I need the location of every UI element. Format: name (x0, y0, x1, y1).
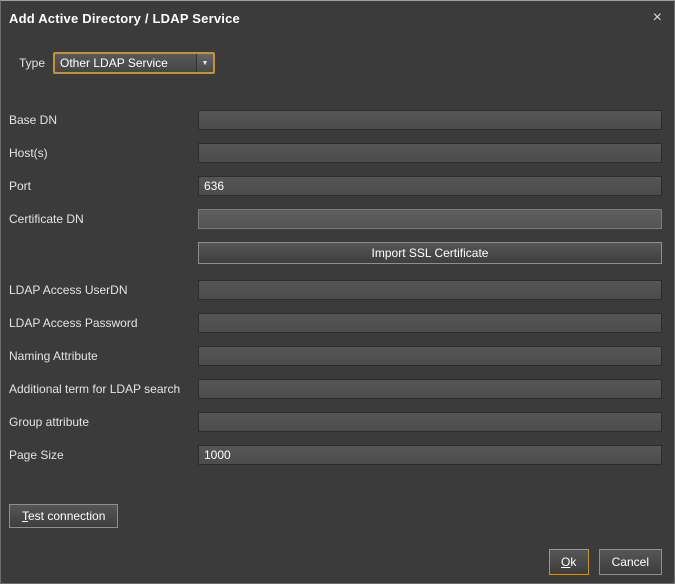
additional-term-label: Additional term for LDAP search (9, 382, 198, 396)
import-ssl-certificate-button[interactable]: Import SSL Certificate (198, 242, 662, 264)
additional-term-input[interactable] (198, 379, 662, 399)
form-fields: Base DN Host(s) Port Certificate DN Impo… (1, 110, 674, 465)
cancel-button[interactable]: Cancel (599, 549, 662, 575)
import-row: Import SSL Certificate (198, 242, 662, 264)
import-ssl-certificate-label: Import SSL Certificate (372, 246, 489, 260)
page-size-input[interactable] (198, 445, 662, 465)
cancel-label: Cancel (612, 555, 649, 569)
dialog-title: Add Active Directory / LDAP Service (9, 11, 240, 26)
field-row-naming-attribute: Naming Attribute (9, 346, 662, 366)
hosts-label: Host(s) (9, 146, 198, 160)
field-row-group-attribute: Group attribute (9, 412, 662, 432)
close-icon[interactable]: × (653, 10, 662, 26)
ldap-access-password-label: LDAP Access Password (9, 316, 198, 330)
field-row-hosts: Host(s) (9, 143, 662, 163)
group-attribute-input[interactable] (198, 412, 662, 432)
type-select-value: Other LDAP Service (55, 54, 196, 72)
add-ldap-service-dialog: Add Active Directory / LDAP Service × Ty… (0, 0, 675, 584)
dialog-footer: Ok Cancel (549, 549, 662, 575)
dialog-titlebar: Add Active Directory / LDAP Service × (1, 1, 674, 30)
ldap-access-userdn-label: LDAP Access UserDN (9, 283, 198, 297)
test-connection-label: Test connection (22, 509, 105, 523)
ldap-access-password-input[interactable] (198, 313, 662, 333)
certificate-dn-label: Certificate DN (9, 212, 198, 226)
field-row-base-dn: Base DN (9, 110, 662, 130)
test-connection-button[interactable]: Test connection (9, 504, 118, 528)
naming-attribute-label: Naming Attribute (9, 349, 198, 363)
port-label: Port (9, 179, 198, 193)
type-row: Type Other LDAP Service ▼ (19, 52, 674, 74)
type-select[interactable]: Other LDAP Service ▼ (53, 52, 215, 74)
page-size-label: Page Size (9, 448, 198, 462)
field-row-ldap-access-password: LDAP Access Password (9, 313, 662, 333)
group-attribute-label: Group attribute (9, 415, 198, 429)
ok-label: Ok (560, 555, 578, 569)
field-row-certificate-dn: Certificate DN (9, 209, 662, 229)
ldap-access-userdn-input[interactable] (198, 280, 662, 300)
base-dn-label: Base DN (9, 113, 198, 127)
hosts-input[interactable] (198, 143, 662, 163)
field-row-page-size: Page Size (9, 445, 662, 465)
field-row-additional-term: Additional term for LDAP search (9, 379, 662, 399)
certificate-dn-input[interactable] (198, 209, 662, 229)
field-row-port: Port (9, 176, 662, 196)
port-input[interactable] (198, 176, 662, 196)
naming-attribute-input[interactable] (198, 346, 662, 366)
base-dn-input[interactable] (198, 110, 662, 130)
ok-button[interactable]: Ok (549, 549, 589, 575)
type-label: Type (19, 56, 45, 70)
field-row-ldap-access-userdn: LDAP Access UserDN (9, 280, 662, 300)
chevron-down-icon[interactable]: ▼ (196, 54, 213, 72)
